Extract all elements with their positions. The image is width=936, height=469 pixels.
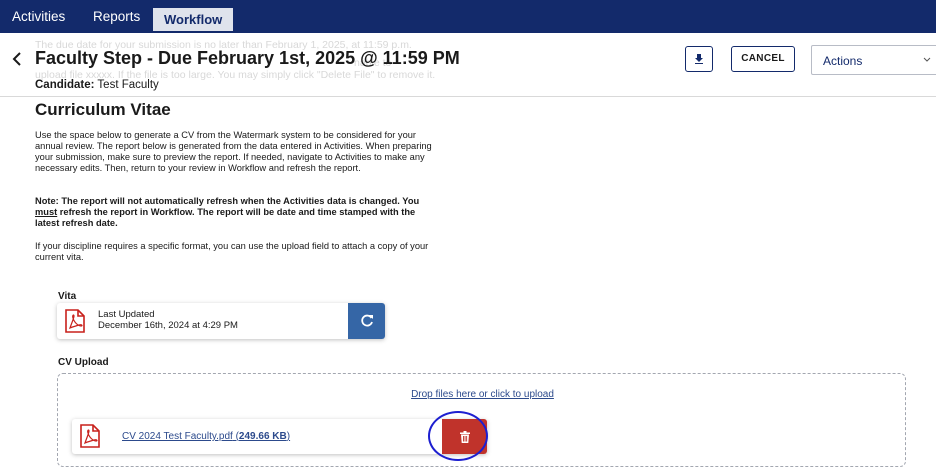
page-title: Faculty Step - Due February 1st, 2025 @ … <box>35 48 460 68</box>
back-chevron-icon[interactable] <box>10 49 26 69</box>
file-download-link[interactable]: CV 2024 Test Faculty.pdf (249.66 KB) <box>122 431 290 442</box>
top-nav: Activities Reports Workflow <box>0 0 936 33</box>
pdf-file-icon <box>65 309 85 333</box>
note-text-2: refresh the report in Workflow. The repo… <box>35 207 416 228</box>
actions-dropdown[interactable]: Actions <box>811 45 936 75</box>
chevron-down-icon <box>923 57 931 62</box>
vita-card: Last Updated December 16th, 2024 at 4:29… <box>57 303 385 339</box>
header-divider <box>0 96 936 97</box>
cancel-button[interactable]: CANCEL <box>731 46 795 72</box>
download-icon <box>695 54 703 64</box>
refresh-button[interactable] <box>348 303 385 339</box>
note-paragraph: Note: The report will not automatically … <box>35 196 435 229</box>
candidate-line: Candidate: Test Faculty <box>35 79 159 91</box>
candidate-name: Test Faculty <box>97 79 159 91</box>
format-paragraph: If your discipline requires a specific f… <box>35 241 429 262</box>
download-button[interactable] <box>685 46 713 72</box>
nav-workflow[interactable]: Workflow <box>153 8 234 31</box>
candidate-label: Candidate: <box>35 79 95 91</box>
note-must: must <box>35 207 58 217</box>
actions-label: Actions <box>823 54 863 68</box>
pdf-file-icon <box>80 424 100 448</box>
vita-label: Vita <box>58 291 77 302</box>
section-heading: Curriculum Vitae <box>35 100 171 119</box>
drop-files-link[interactable]: Drop files here or click to upload <box>58 389 907 400</box>
note-text-1: Note: The report will not automatically … <box>35 196 420 206</box>
last-updated-label: Last Updated <box>98 309 155 320</box>
vita-updated-text: Last Updated December 16th, 2024 at 4:29… <box>98 309 238 331</box>
file-name: CV 2024 Test Faculty.pdf <box>122 431 233 442</box>
last-updated-value: December 16th, 2024 at 4:29 PM <box>98 320 238 331</box>
file-size: 249.66 KB <box>238 431 287 442</box>
refresh-icon <box>360 314 373 327</box>
instructions-paragraph: Use the space below to generate a CV fro… <box>35 130 432 173</box>
uploaded-file-card: CV 2024 Test Faculty.pdf (249.66 KB) <box>72 419 487 454</box>
highlight-circle-annotation <box>428 411 488 461</box>
nav-activities[interactable]: Activities <box>12 0 65 33</box>
nav-reports[interactable]: Reports <box>93 0 140 33</box>
cv-upload-label: CV Upload <box>58 357 109 368</box>
